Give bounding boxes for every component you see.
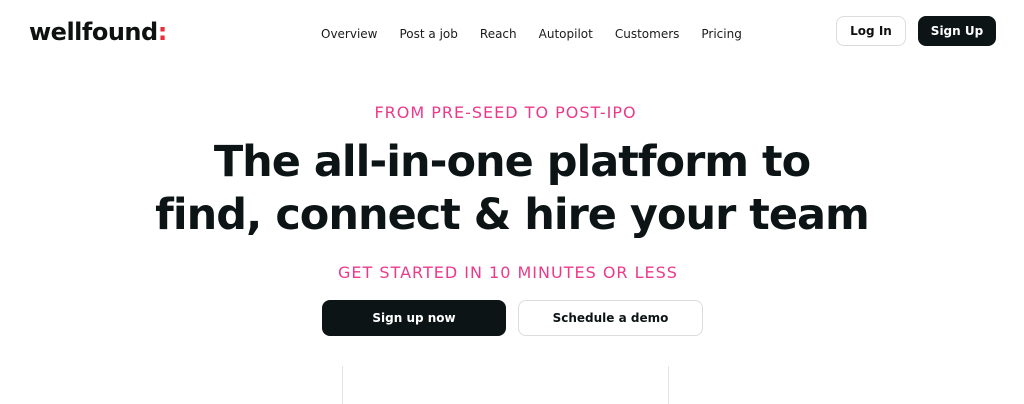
section-divider-right [668,366,669,404]
login-button[interactable]: Log In [836,16,906,46]
logo-text: wellfound [29,18,158,46]
landing-page: wellfound: Overview Post a job Reach Aut… [0,0,1024,404]
hero-headline: The all-in-one platform to find, connect… [0,136,1024,242]
nav-autopilot[interactable]: Autopilot [528,24,604,44]
headline-line-2: find, connect & hire your team [155,190,870,240]
signup-button[interactable]: Sign Up [918,16,996,46]
hero-eyebrow: FROM PRE-SEED TO POST-IPO [374,103,637,122]
hero-sub-eyebrow: GET STARTED IN 10 MINUTES OR LESS [338,263,678,282]
nav-reach[interactable]: Reach [469,24,528,44]
schedule-demo-button[interactable]: Schedule a demo [518,300,703,336]
nav-pricing[interactable]: Pricing [690,24,752,44]
nav-overview[interactable]: Overview [310,24,389,44]
logo-colon: : [157,18,168,46]
section-divider-left [342,366,343,404]
nav-customers[interactable]: Customers [604,24,691,44]
main-nav: Overview Post a job Reach Autopilot Cust… [310,24,753,44]
wellfound-logo[interactable]: wellfound: [29,16,167,48]
headline-line-1: The all-in-one platform to [213,137,811,187]
sign-up-now-button[interactable]: Sign up now [322,300,506,336]
nav-post-a-job[interactable]: Post a job [389,24,469,44]
